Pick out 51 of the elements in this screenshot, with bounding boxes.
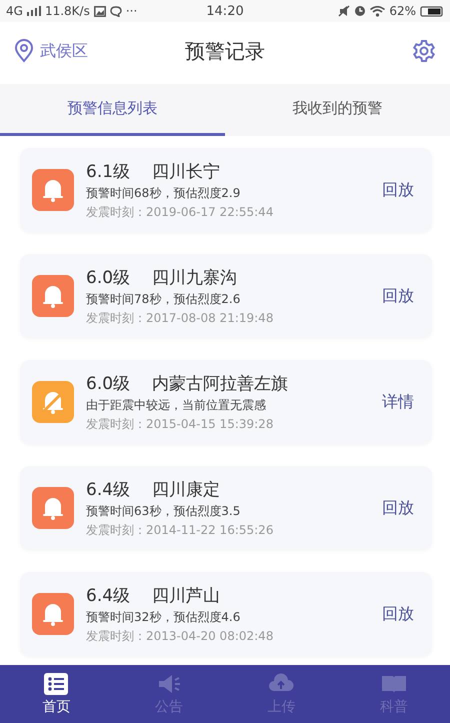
warning-detail: 预警时间32秒，预估烈度4.6 — [86, 608, 242, 626]
place-label: 四川九寨沟 — [152, 266, 238, 288]
alert-card[interactable]: 6.4级 四川芦山 预警时间32秒，预估烈度4.6 发震时刻：2013-04-20 08:02:48 回放 — [20, 572, 432, 656]
warning-detail: 预警时间68秒，预估烈度2.9 — [86, 184, 242, 202]
action-link[interactable]: 详情 — [382, 392, 414, 412]
action-link[interactable]: 回放 — [382, 498, 414, 518]
more-label: ··· — [126, 4, 138, 18]
place-label: 四川长宁 — [152, 160, 220, 182]
clock-label: 14:20 — [206, 4, 244, 18]
quake-time: 发震时刻：2015-04-15 15:39:28 — [86, 416, 274, 432]
magnitude-label: 6.0级 — [86, 372, 130, 394]
speed-label: 11.8K/s — [44, 4, 90, 18]
magnitude-label: 6.4级 — [86, 584, 130, 606]
image-icon — [94, 6, 106, 16]
action-link[interactable]: 回放 — [382, 286, 414, 306]
chat-icon — [110, 6, 122, 16]
magnitude-label: 6.1级 — [86, 160, 130, 182]
quake-time: 发震时刻：2013-04-20 08:02:48 — [86, 628, 274, 644]
location-pin-icon — [14, 39, 34, 63]
warning-detail: 预警时间63秒，预估烈度3.5 — [86, 502, 242, 520]
list-icon — [44, 672, 68, 694]
battery-icon — [420, 6, 444, 16]
warning-detail: 由于距震中较远，当前位置无震感 — [86, 396, 267, 414]
warning-detail: 预警时间78秒，预估烈度2.6 — [86, 290, 242, 308]
alarm-icon — [354, 5, 366, 17]
action-link[interactable]: 回放 — [382, 180, 414, 200]
quake-time: 发震时刻：2019-06-17 22:55:44 — [86, 204, 274, 220]
quake-time: 发震时刻：2017-08-08 21:19:48 — [86, 310, 274, 326]
tab[interactable]: 预警信息列表 — [0, 84, 225, 136]
alert-card[interactable]: 6.1级 四川长宁 预警时间68秒，预估烈度2.9 发震时刻：2019-06-17 22:55:44 回放 — [20, 148, 432, 232]
alert-card[interactable]: 6.4级 四川康定 预警时间63秒，预估烈度3.5 发震时刻：2014-11-22 16:55:26 回放 — [20, 466, 432, 550]
location-link[interactable]: 武侯区 — [40, 40, 88, 62]
place-label: 四川芦山 — [152, 584, 220, 606]
alert-card[interactable]: 6.0级 四川九寨沟 预警时间78秒，预估烈度2.6 发震时刻：2017-08-08 21:19:48 回放 — [20, 254, 432, 338]
megaphone-icon — [156, 672, 181, 694]
action-link[interactable]: 回放 — [382, 604, 414, 624]
signal-icon — [26, 6, 41, 16]
place-label: 内蒙古阿拉善左旗 — [152, 372, 288, 394]
nav-tab[interactable]: 首页 — [26, 672, 86, 716]
magnitude-label: 6.0级 — [86, 266, 130, 288]
wifi-icon — [370, 6, 386, 16]
network-label: 4G — [6, 4, 23, 18]
tab[interactable]: 我收到的预警 — [225, 84, 450, 136]
battery-label: 62% — [389, 4, 416, 18]
page-title: 预警记录 — [185, 38, 265, 64]
alert-card[interactable]: 6.0级 内蒙古阿拉善左旗 由于距震中较远，当前位置无震感 发震时刻：2015-04-15 15:39:28 详情 — [20, 360, 432, 444]
place-label: 四川康定 — [152, 478, 220, 500]
quake-time: 发震时刻：2014-11-22 16:55:26 — [86, 522, 274, 538]
settings-icon[interactable] — [412, 39, 436, 63]
mute-icon — [338, 5, 350, 17]
magnitude-label: 6.4级 — [86, 478, 130, 500]
